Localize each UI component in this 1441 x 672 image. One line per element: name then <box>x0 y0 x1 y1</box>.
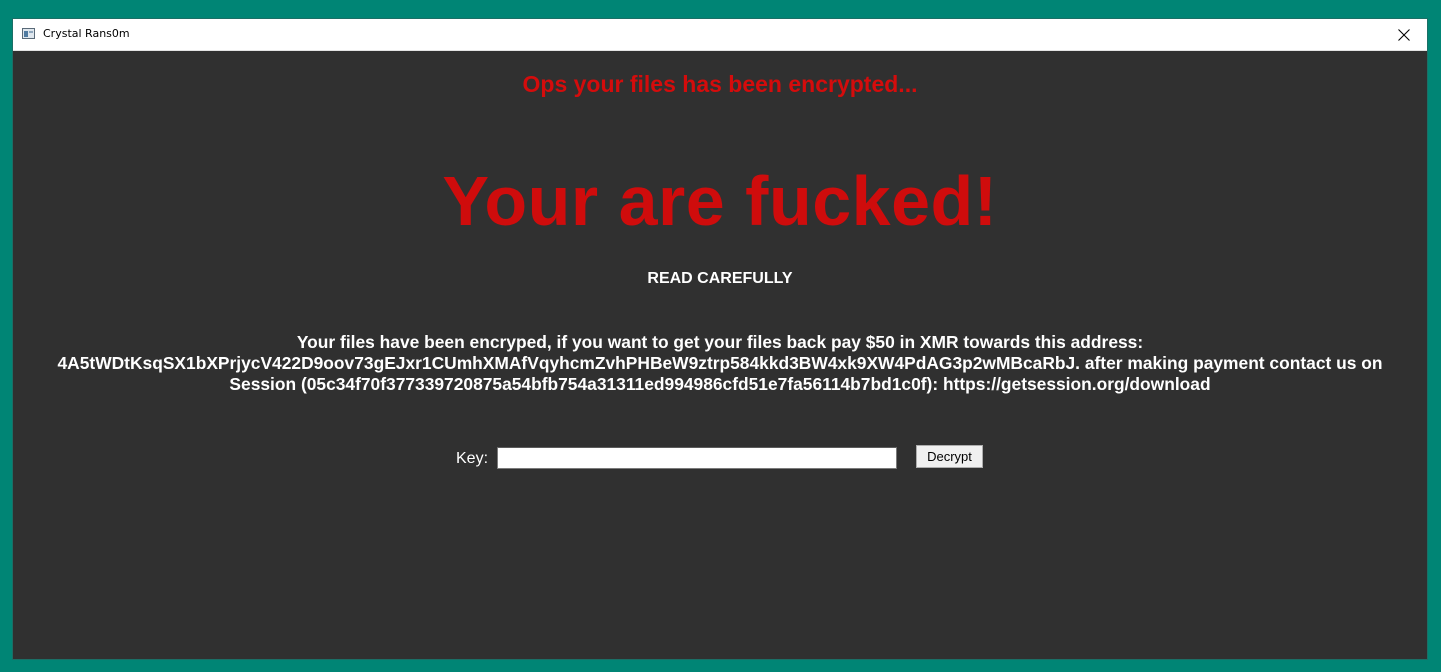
key-label: Key: <box>456 450 489 467</box>
message-line-3: Session (05c34f70f377339720875a54bfb754a… <box>229 374 1211 394</box>
read-carefully-label: READ CAREFULLY <box>647 270 793 287</box>
close-icon <box>1398 28 1410 41</box>
app-window: Crystal Rans0m Ops your files has been e… <box>13 19 1427 659</box>
ransom-message: Your files have been encryped, if you wa… <box>19 332 1421 395</box>
encrypted-notice: Ops your files has been encrypted... <box>522 71 918 97</box>
key-input[interactable] <box>497 447 897 469</box>
title-bar[interactable]: Crystal Rans0m <box>13 19 1427 51</box>
window-app-icon <box>22 28 35 39</box>
message-line-2: 4A5tWDtKsqSX1bXPrjycV422D9oov73gEJxr1CUm… <box>57 353 1383 373</box>
close-button[interactable] <box>1381 19 1427 50</box>
decrypt-button[interactable]: Decrypt <box>916 445 983 468</box>
message-line-1: Your files have been encryped, if you wa… <box>296 332 1144 352</box>
window-title: Crystal Rans0m <box>43 27 130 40</box>
ransom-content: Ops your files has been encrypted... You… <box>13 50 1427 659</box>
headline: Your are fucked! <box>442 162 998 240</box>
